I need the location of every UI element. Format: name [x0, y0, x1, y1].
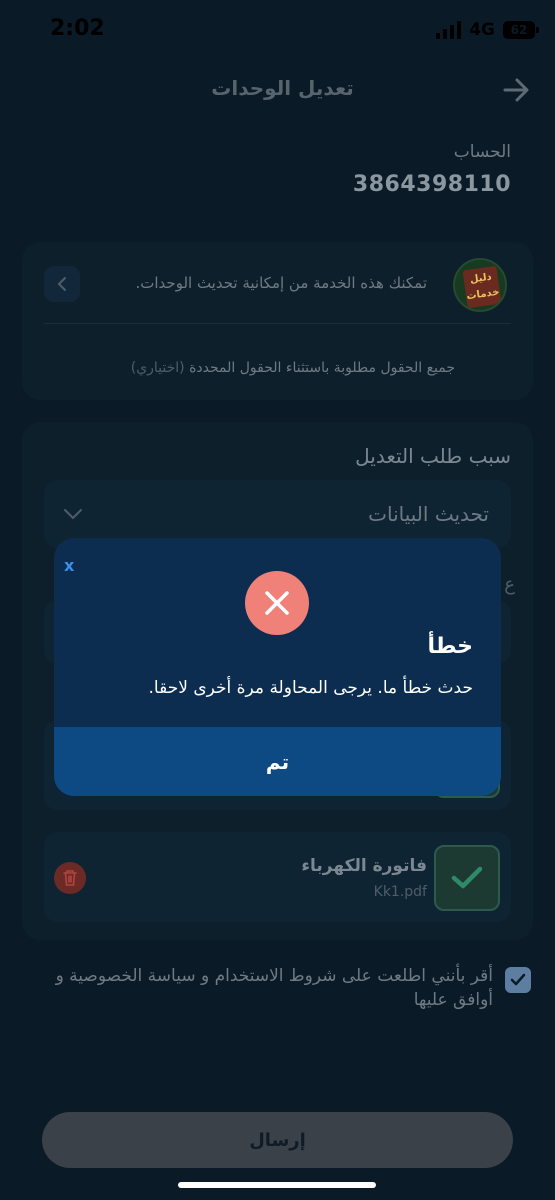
logo-book-icon: دليل خدمات — [462, 265, 502, 309]
divider — [44, 323, 511, 324]
home-indicator[interactable] — [178, 1182, 376, 1188]
reason-selected-value: تحديث البيانات — [368, 502, 489, 526]
terms-text: أقر بأنني اطلعت على شروط الاستخدام و سيا… — [55, 966, 493, 1010]
required-fields-note: جميع الحقول مطلوبة باستثناء الحقول المحد… — [131, 360, 455, 376]
service-logo: دليل خدمات — [453, 258, 507, 312]
document-check-tile — [434, 845, 500, 911]
close-icon — [265, 591, 289, 615]
account-value: 3864398110 — [352, 172, 511, 197]
partial-field-label: ع — [504, 574, 515, 595]
status-time: 2:02 — [50, 16, 105, 41]
service-description: تمكنك هذه الخدمة من إمكانية تحديث الوحدا… — [135, 274, 428, 292]
service-info-card — [22, 242, 533, 400]
document-title: فاتورة الكهرباء — [301, 856, 427, 876]
trash-icon — [63, 870, 77, 886]
reason-label: سبب طلب التعديل — [355, 444, 511, 468]
required-note-text: جميع الحقول مطلوبة باستثناء الحقول المحد… — [189, 360, 455, 376]
service-details-button[interactable] — [44, 266, 80, 302]
delete-document-button[interactable] — [54, 862, 86, 894]
error-icon — [245, 571, 309, 635]
signal-icon — [436, 21, 462, 39]
dialog-title: خطأ — [427, 634, 473, 659]
page-title: تعديل الوحدات — [211, 76, 354, 100]
checkmark-icon — [510, 973, 526, 986]
checkmark-icon — [451, 866, 483, 889]
account-label: الحساب — [453, 142, 511, 162]
terms-checkbox[interactable] — [505, 967, 531, 993]
network-type: 4G — [469, 20, 495, 40]
chevron-down-icon — [64, 509, 82, 520]
battery-icon: 62 — [503, 21, 539, 39]
dialog-ok-button[interactable]: تم — [54, 727, 501, 796]
submit-button[interactable]: إرسال — [42, 1112, 513, 1168]
chevron-left-icon — [57, 277, 66, 291]
document-file-name: Kk1.pdf — [373, 884, 427, 900]
back-arrow-icon[interactable] — [501, 76, 531, 104]
status-indicators: 4G 62 — [436, 18, 539, 42]
optional-tag: (اختياري) — [130, 360, 185, 376]
dialog-close-button[interactable]: x — [64, 556, 74, 575]
dialog-message: حدث خطأ ما. يرجى المحاولة مرة أخرى لاحقا… — [148, 678, 473, 698]
